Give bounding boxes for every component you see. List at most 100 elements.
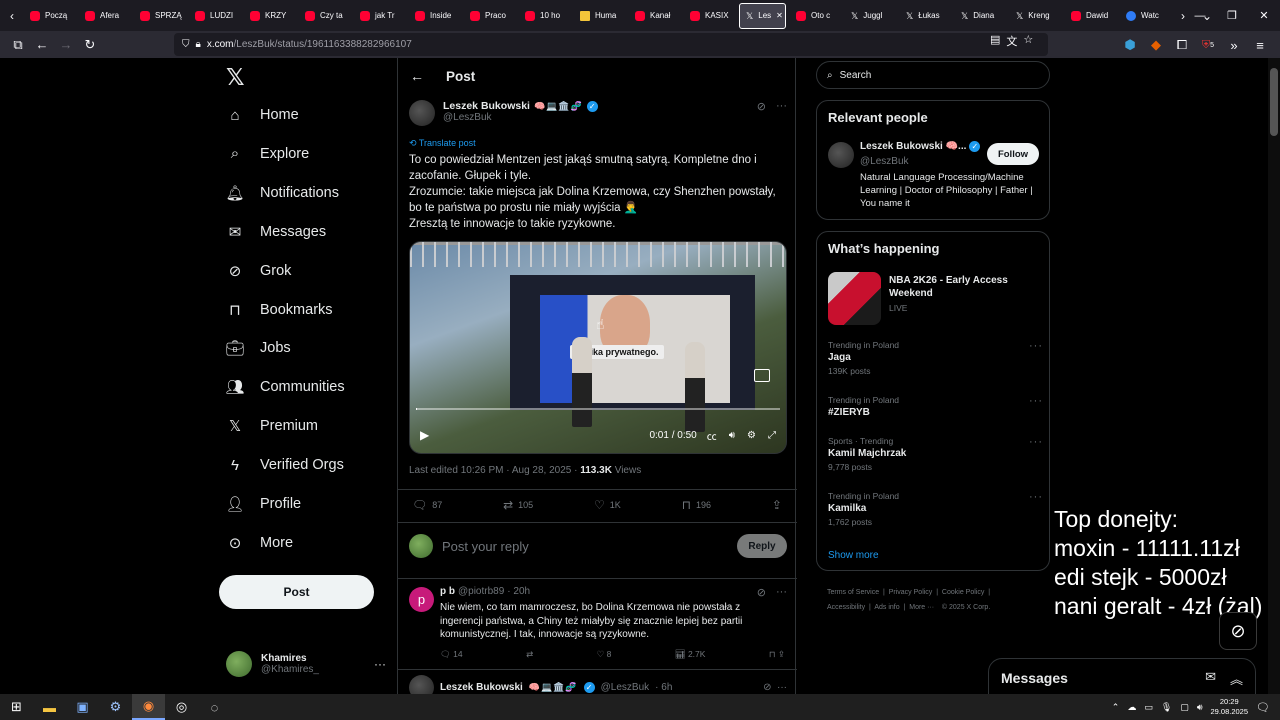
more-dots-icon[interactable]: ··· xyxy=(776,100,787,113)
browser-tab[interactable]: Huma xyxy=(574,3,625,29)
avatar[interactable] xyxy=(828,142,854,168)
shield-icon[interactable]: ⛉ xyxy=(182,39,190,50)
messages-drawer[interactable]: Messages ✉ ︽ xyxy=(988,658,1256,694)
close-tab-icon[interactable]: ✕ xyxy=(776,11,783,20)
bookmark-star-icon[interactable]: ☆ xyxy=(1023,33,1033,49)
reader-view-icon[interactable]: ▤ xyxy=(990,33,1000,49)
avatar[interactable] xyxy=(409,675,434,694)
back-arrow-icon[interactable]: ← xyxy=(410,68,424,84)
edited-timestamp[interactable]: Last edited 10:26 PM · Aug 28, 2025 · xyxy=(409,465,580,476)
overflow-chevron-icon[interactable]: » xyxy=(1222,33,1246,57)
browser-tab[interactable]: KRZY xyxy=(244,3,295,29)
tab-scroll-left-icon[interactable]: ‹ xyxy=(0,3,24,29)
maximize-icon[interactable]: ❐ xyxy=(1216,0,1248,31)
browser-tab[interactable]: 𝕏 Juggl xyxy=(845,3,896,29)
nav-item-home[interactable]: ⌂ Home xyxy=(225,100,298,130)
vpn-extension-icon[interactable]: ⬢ xyxy=(1118,33,1142,57)
avatar[interactable]: p xyxy=(409,587,434,612)
repost-button[interactable]: ⇄ xyxy=(526,649,533,660)
nav-item-grok[interactable]: ⊘ Grok xyxy=(225,256,292,286)
reply-button[interactable]: 🗨︎ 14 xyxy=(440,649,463,660)
nav-item-messages[interactable]: ✉ Messages xyxy=(225,217,326,247)
share-icon[interactable]: ⇪ xyxy=(778,649,785,659)
browser-tab[interactable]: KASIX xyxy=(684,3,735,29)
nav-item-verified-orgs[interactable]: ϟ Verified Orgs xyxy=(225,450,344,480)
video-player[interactable]: yanika prywatnego. ☝ ▶ 0:01 / 0:50 ㏄ 🔊︎ … xyxy=(409,241,787,454)
forward-icon[interactable]: → xyxy=(54,33,78,57)
trend-item[interactable]: Trending in Poland Kamilka 1,762 posts ··· xyxy=(828,491,1043,527)
bookmark-button[interactable]: ⊓ ⇪ xyxy=(769,649,785,660)
volume-icon[interactable]: 🔊︎ xyxy=(729,430,735,441)
footer-link[interactable]: More ··· xyxy=(909,604,934,611)
tray-chevron-icon[interactable]: ⌃ xyxy=(1112,702,1120,713)
account-switcher[interactable]: Khamires @Khamires_ ··· xyxy=(226,647,386,681)
browser-tab[interactable]: Oto c xyxy=(790,3,841,29)
browser-tab[interactable]: jak Tr xyxy=(354,3,405,29)
computer-icon[interactable]: ▣ xyxy=(66,694,99,720)
person-name[interactable]: Leszek Bukowski 🧠... ✓ xyxy=(860,141,981,152)
notifications-icon[interactable]: 🗨︎ xyxy=(1256,701,1270,714)
grok-fab-icon[interactable]: ⊘ xyxy=(1219,612,1257,650)
hamburger-menu-icon[interactable]: ≡ xyxy=(1248,33,1272,57)
cloud-icon[interactable]: ☁ xyxy=(1127,702,1136,713)
file-explorer-icon[interactable]: ▬ xyxy=(33,694,66,720)
lock-icon[interactable]: 🔒︎ xyxy=(196,39,201,50)
browser-tab[interactable]: Praco xyxy=(464,3,515,29)
event-thumbnail[interactable] xyxy=(828,272,881,325)
browser-tab[interactable]: Afera xyxy=(79,3,130,29)
footer-link[interactable]: Terms of Service xyxy=(827,589,879,596)
reply-author[interactable]: p b xyxy=(440,586,455,597)
reload-icon[interactable]: ↻ xyxy=(78,33,102,57)
browser-tab[interactable]: Inside xyxy=(409,3,460,29)
new-message-icon[interactable]: ✉ xyxy=(1205,669,1216,688)
browser-tab[interactable]: 𝕏 Diana xyxy=(955,3,1006,29)
browser-tab[interactable]: 10 ho xyxy=(519,3,570,29)
more-dots-icon[interactable]: ··· xyxy=(374,657,386,671)
trend-item[interactable]: Trending in Poland #ZIERYB ··· xyxy=(828,395,1043,421)
url-bar[interactable]: ⛉ 🔒︎ x.com/LeszBuk/status/19611633882829… xyxy=(174,33,1048,56)
translate-icon[interactable]: 文 xyxy=(1006,33,1017,49)
follow-button[interactable]: Follow xyxy=(987,143,1039,165)
grok-icon[interactable]: ⊘ xyxy=(757,100,766,113)
browser-tab[interactable]: 𝕏 Les ✕ xyxy=(739,2,786,29)
expand-icon[interactable]: ︽ xyxy=(1230,669,1243,688)
footer-link[interactable]: Privacy Policy xyxy=(889,589,933,596)
page-scrollbar[interactable] xyxy=(1268,58,1280,694)
more-dots-icon[interactable]: ··· xyxy=(1029,436,1043,448)
more-dots-icon[interactable]: ··· xyxy=(1029,395,1043,407)
grok-icon[interactable]: ⊘ xyxy=(757,586,766,599)
next-reply[interactable]: Leszek Bukowski 🧠💻🏛️🧬 ✓ @LeszBuk · 6h ⊘ … xyxy=(409,675,787,694)
post-button[interactable]: Post xyxy=(219,575,374,609)
more-dots-icon[interactable]: ··· xyxy=(776,586,787,599)
browser-tab[interactable]: Watc xyxy=(1120,3,1171,29)
nav-item-notifications[interactable]: 🔔︎ Notifications xyxy=(225,178,339,208)
fox-extension-icon[interactable]: ◆ xyxy=(1144,33,1168,57)
nav-item-jobs[interactable]: 💼︎ Jobs xyxy=(225,333,290,363)
ublock-extension-icon[interactable]: ⛨ 5 xyxy=(1196,33,1220,57)
usb-icon[interactable]: ▭ xyxy=(1144,702,1153,713)
volume-icon[interactable]: 🔊︎ xyxy=(1197,702,1203,713)
scrollbar-thumb[interactable] xyxy=(1270,68,1278,136)
back-icon[interactable]: ← xyxy=(30,33,54,57)
more-dots-icon[interactable]: ⊘ ··· xyxy=(763,682,787,693)
trend-item[interactable]: Trending in Poland Jaga 139K posts ··· xyxy=(828,340,1043,376)
display-icon[interactable]: ▢ xyxy=(1180,702,1189,713)
event-title[interactable]: NBA 2K26 - Early Access Weekend xyxy=(889,274,1039,300)
browser-tab[interactable]: 𝕏 Kreng xyxy=(1010,3,1061,29)
windows-start-icon[interactable]: ⊞ xyxy=(0,694,33,720)
footer-link[interactable]: Cookie Policy xyxy=(942,589,984,596)
sidebar-toggle-icon[interactable]: ⧉ xyxy=(6,33,30,57)
nav-item-bookmarks[interactable]: ⊓ Bookmarks xyxy=(225,295,332,325)
nav-item-more[interactable]: ⊙ More xyxy=(225,528,293,558)
close-window-icon[interactable]: ✕ xyxy=(1248,0,1280,31)
reply-submit-button[interactable]: Reply xyxy=(737,534,787,558)
search-input[interactable]: ⌕ Search xyxy=(816,61,1050,89)
x-logo-icon[interactable]: 𝕏 xyxy=(226,64,245,91)
settings-gear-icon[interactable]: ⚙ xyxy=(747,430,756,441)
firefox-icon[interactable]: ◉ xyxy=(132,694,165,720)
browser-tab[interactable]: Czy ta xyxy=(299,3,350,29)
reply-time[interactable]: · 20h xyxy=(507,586,530,597)
avatar[interactable] xyxy=(409,100,435,126)
share-button[interactable]: ⇪ xyxy=(772,498,782,512)
play-icon[interactable]: ▶ xyxy=(420,428,429,442)
